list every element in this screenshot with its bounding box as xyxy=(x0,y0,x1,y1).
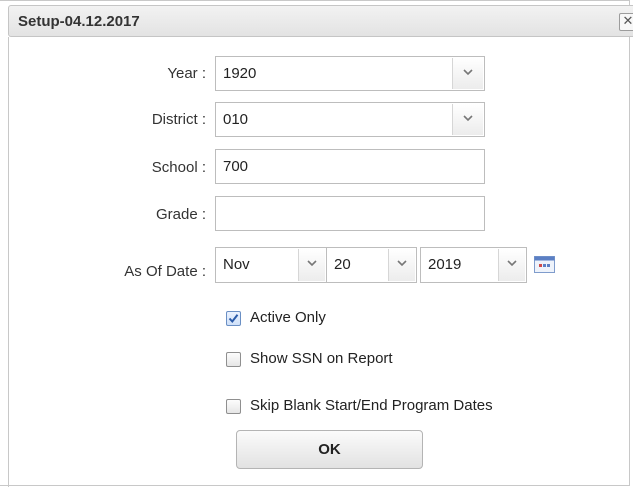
school-value: 700 xyxy=(223,158,249,175)
day-select[interactable]: 20 xyxy=(326,247,417,283)
year-select[interactable]: 1920 xyxy=(215,56,485,91)
month-dropdown-button[interactable] xyxy=(298,249,325,281)
calendar-icon[interactable] xyxy=(534,256,555,273)
year-date-select[interactable]: 2019 xyxy=(420,247,527,283)
day-value: 20 xyxy=(334,256,351,273)
school-label: School : xyxy=(151,159,206,176)
chevron-down-icon xyxy=(463,69,473,76)
district-dropdown-button[interactable] xyxy=(452,104,483,135)
active-only-label[interactable]: Active Only xyxy=(250,309,326,326)
grade-input[interactable] xyxy=(215,196,485,231)
dialog-left-border xyxy=(8,37,9,487)
month-select[interactable]: Nov xyxy=(215,247,327,283)
chevron-down-icon xyxy=(397,260,407,267)
close-button[interactable]: ✕ xyxy=(619,13,633,31)
school-input[interactable]: 700 xyxy=(215,149,485,184)
district-value: 010 xyxy=(223,111,249,128)
date-year-dropdown-button[interactable] xyxy=(498,249,525,281)
year-value: 1920 xyxy=(223,65,257,82)
chevron-down-icon xyxy=(507,260,517,267)
date-year-value: 2019 xyxy=(428,256,462,273)
chevron-down-icon xyxy=(307,260,317,267)
district-label: District : xyxy=(151,111,206,128)
as-of-date-label: As Of Date : xyxy=(124,263,206,280)
active-only-checkbox[interactable] xyxy=(226,311,241,326)
day-dropdown-button[interactable] xyxy=(388,249,415,281)
ok-button[interactable]: OK xyxy=(236,430,423,469)
skip-blank-dates-label[interactable]: Skip Blank Start/End Program Dates xyxy=(250,397,493,414)
dialog-title: Setup-04.12.2017 xyxy=(18,13,140,30)
month-value: Nov xyxy=(223,256,250,273)
year-dropdown-button[interactable] xyxy=(452,58,483,89)
year-label: Year : xyxy=(167,65,206,82)
skip-blank-dates-checkbox[interactable] xyxy=(226,399,241,414)
district-select[interactable]: 010 xyxy=(215,102,485,137)
close-icon: ✕ xyxy=(622,14,633,29)
chevron-down-icon xyxy=(463,115,473,122)
show-ssn-label[interactable]: Show SSN on Report xyxy=(250,350,393,367)
show-ssn-checkbox[interactable] xyxy=(226,352,241,367)
grade-label: Grade : xyxy=(155,206,206,223)
checkmark-icon xyxy=(228,314,239,324)
setup-dialog: Setup-04.12.2017 ✕ Year : 1920 District … xyxy=(0,0,633,487)
dialog-titlebar[interactable]: Setup-04.12.2017 ✕ xyxy=(8,5,633,37)
